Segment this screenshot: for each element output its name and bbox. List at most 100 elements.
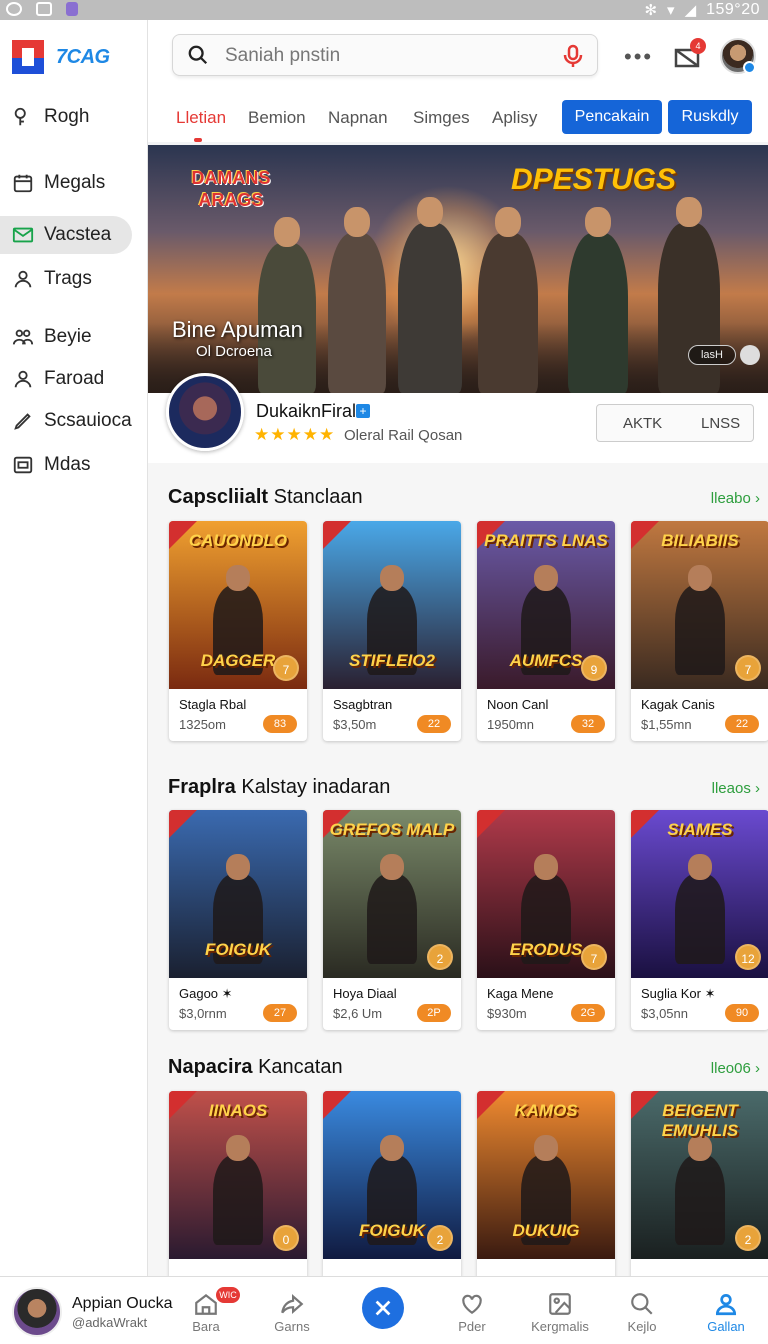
tab-aplisy[interactable]: Aplisy: [492, 108, 537, 128]
tab-napnan[interactable]: Napnan: [328, 108, 388, 128]
nav-item-pder[interactable]: Pder: [442, 1291, 502, 1334]
sidebar-item-scsauioca[interactable]: Scsauioca: [0, 402, 132, 440]
sidebar-item-trags[interactable]: Trags: [0, 260, 132, 298]
hero-badge[interactable]: lasH: [688, 345, 736, 365]
user-avatar[interactable]: [720, 38, 756, 74]
see-more-label: lleabo: [710, 490, 751, 507]
nav-item-gallan[interactable]: Gallan: [696, 1291, 756, 1334]
primary-action-button[interactable]: Pencakain: [562, 100, 662, 134]
section-title-bold: Capscliialt: [168, 486, 269, 508]
hero-game-logo-left: DAMANS ARAGS: [191, 168, 271, 210]
cover-character: [675, 854, 725, 964]
see-more-link[interactable]: lleaos ›: [712, 780, 760, 797]
profile-avatar[interactable]: [12, 1287, 62, 1337]
bluetooth-icon: ✻: [644, 2, 658, 19]
see-more-label: lleaos: [711, 780, 751, 797]
cover-title: GREFOS MALP: [329, 820, 455, 839]
game-card[interactable]: STIFLEIO2 Ssagbtran $3,50m 22: [323, 521, 461, 741]
game-price: $1,55mn: [641, 717, 692, 732]
game-title: Gagoo ✶: [179, 986, 233, 1001]
see-more-link[interactable]: lleabo ›: [711, 490, 760, 507]
sidebar-item-faroad[interactable]: Faroad: [0, 360, 132, 398]
game-badge: 27: [263, 1004, 297, 1022]
calendar-icon: [12, 172, 34, 194]
tab-simges[interactable]: Simges: [413, 108, 470, 128]
nav-item-bara[interactable]: Bara: [176, 1291, 236, 1334]
hero-banner[interactable]: DAMANS ARAGS DPESTUGS Bine Apuman Ol Dcr…: [148, 145, 768, 393]
add-icon[interactable]: +: [356, 404, 371, 418]
image-icon: [12, 454, 34, 476]
game-badge: 83: [263, 715, 297, 733]
cover-title: BILIABIIS: [661, 531, 739, 550]
game-card[interactable]: FOIGUK Gagoo ✶ $3,0rnm 27: [169, 810, 307, 1030]
featured-avatar[interactable]: [166, 373, 244, 451]
sidebar-item-mdas[interactable]: Mdas: [0, 446, 132, 484]
nav-item-kejlo[interactable]: Kejlo: [612, 1291, 672, 1334]
game-cover-art: FOIGUK: [169, 810, 307, 978]
search-input[interactable]: [225, 41, 545, 71]
nav-item-kergmalis[interactable]: Kergmalis: [524, 1291, 596, 1334]
chevron-right-icon: ›: [755, 490, 760, 507]
game-cover-art: FOIGUK 2: [323, 1091, 461, 1259]
cover-number-badge: 2: [427, 1225, 453, 1251]
settings-status-icon: [6, 2, 22, 16]
notifications-button[interactable]: 4: [672, 38, 706, 72]
status-time: 159°20: [706, 1, 760, 18]
game-title: Kaga Mene: [487, 986, 554, 1001]
game-cover-art: KAMOS DUKUIG: [477, 1091, 615, 1259]
featured-button-group: AKTK LNSS: [596, 404, 754, 442]
sidebar-item-megals[interactable]: Megals: [0, 164, 132, 202]
tab-bemion[interactable]: Bemion: [248, 108, 306, 128]
sidebar-item-beyie[interactable]: Beyie: [0, 318, 132, 356]
bottom-bar: Appian Oucka @adkaWrakt WIC Bara Garns P…: [0, 1276, 768, 1344]
sidebar-item-vacstea[interactable]: Vacstea: [0, 216, 132, 254]
cover-number-badge: 12: [735, 944, 761, 970]
game-card[interactable]: GREFOS MALP 2 Hoya Diaal $2,6 Um 2P: [323, 810, 461, 1030]
sidebar-item-rogh[interactable]: Rogh: [0, 98, 132, 136]
game-price: $3,0rnm: [179, 1006, 227, 1021]
game-card[interactable]: IINAOS 0: [169, 1091, 307, 1281]
nav-item-garns[interactable]: Garns: [262, 1291, 322, 1334]
game-badge: 90: [725, 1004, 759, 1022]
notification-badge: 4: [690, 38, 706, 54]
game-title: Stagla Rbal: [179, 697, 247, 712]
game-cover-art: CAUONDLO DAGGER 7: [169, 521, 307, 689]
game-card[interactable]: KAMOS DUKUIG: [477, 1091, 615, 1281]
game-card[interactable]: FOIGUK 2: [323, 1091, 461, 1281]
game-card[interactable]: ERODUS 7 Kaga Mene $930m 2G: [477, 810, 615, 1030]
game-card[interactable]: BILIABIIS 7 Kagak Canis $1,55mn 22: [631, 521, 768, 741]
cover-number-badge: 7: [273, 655, 299, 681]
game-card[interactable]: PRAITTS LNAS AUMFCS 9 Noon Canl 1950mn 32: [477, 521, 615, 741]
secondary-action-button[interactable]: Ruskdly: [668, 100, 752, 134]
search-bar[interactable]: [172, 34, 598, 76]
featured-right-button[interactable]: LNSS: [701, 415, 740, 432]
tab-lletian[interactable]: Lletian: [176, 108, 226, 142]
game-title: Ssagbtran: [333, 697, 393, 712]
game-card[interactable]: CAUONDLO DAGGER 7 Stagla Rbal 1325om 83: [169, 521, 307, 741]
game-cover-art: BEIGENT EMUHLIS 2: [631, 1091, 768, 1259]
featured-left-button[interactable]: AKTK: [623, 415, 662, 432]
nav-label: Kergmalis: [531, 1319, 589, 1334]
game-card[interactable]: SIAMES 12 Suglia Kor ✶ $3,05nn 90: [631, 810, 768, 1030]
category-tabs: Lletian Bemion Napnan Simges Aplisy Penc…: [148, 96, 768, 142]
game-card[interactable]: BEIGENT EMUHLIS 2: [631, 1091, 768, 1281]
logo-text: 7CAG: [56, 45, 110, 68]
microphone-icon[interactable]: [563, 44, 583, 73]
status-bar: ✻ ▾ ◢ 159°20: [0, 0, 768, 20]
app-logo[interactable]: 7CAG: [12, 40, 110, 74]
hero-title: Bine Apuman: [172, 317, 303, 342]
game-cover-art: GREFOS MALP 2: [323, 810, 461, 978]
game-price: $2,6 Um: [333, 1006, 383, 1021]
key-icon: [12, 106, 34, 128]
cover-title: FOIGUK: [204, 940, 272, 959]
profile-name: Appian Oucka: [72, 1295, 173, 1312]
more-options-icon[interactable]: •••: [624, 44, 653, 70]
featured-name-text: DukaiknFiral: [256, 401, 357, 421]
sidebar-item-label: Beyie: [44, 326, 92, 347]
hero-indicator-icon[interactable]: [740, 345, 760, 365]
sidebar-item-label: Trags: [44, 268, 92, 289]
see-more-link[interactable]: lleo06 ›: [711, 1060, 760, 1077]
center-action-button[interactable]: [362, 1287, 404, 1329]
game-title: Noon Canl: [487, 697, 549, 712]
cover-number-badge: 7: [581, 944, 607, 970]
